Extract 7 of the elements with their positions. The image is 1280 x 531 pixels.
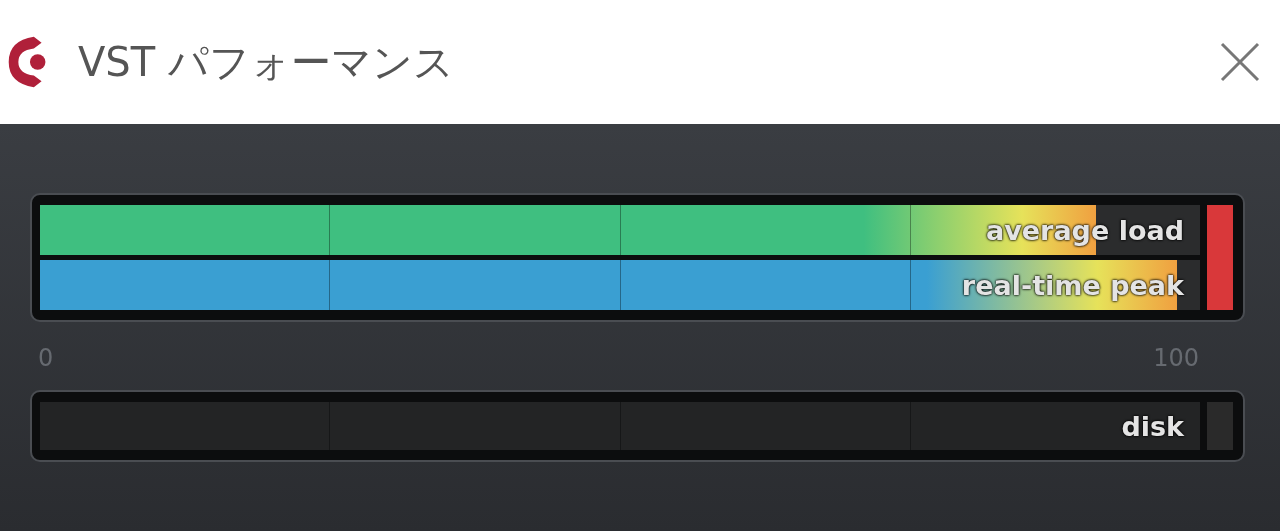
- close-icon[interactable]: [1220, 42, 1260, 82]
- scale-label: 100: [1153, 344, 1199, 372]
- scale-label: 0: [38, 344, 54, 372]
- window-title: VST パフォーマンス: [78, 37, 454, 87]
- meter-label: disk: [1120, 410, 1185, 442]
- overload-indicator[interactable]: [1207, 205, 1233, 310]
- overload-indicator[interactable]: [1207, 402, 1233, 450]
